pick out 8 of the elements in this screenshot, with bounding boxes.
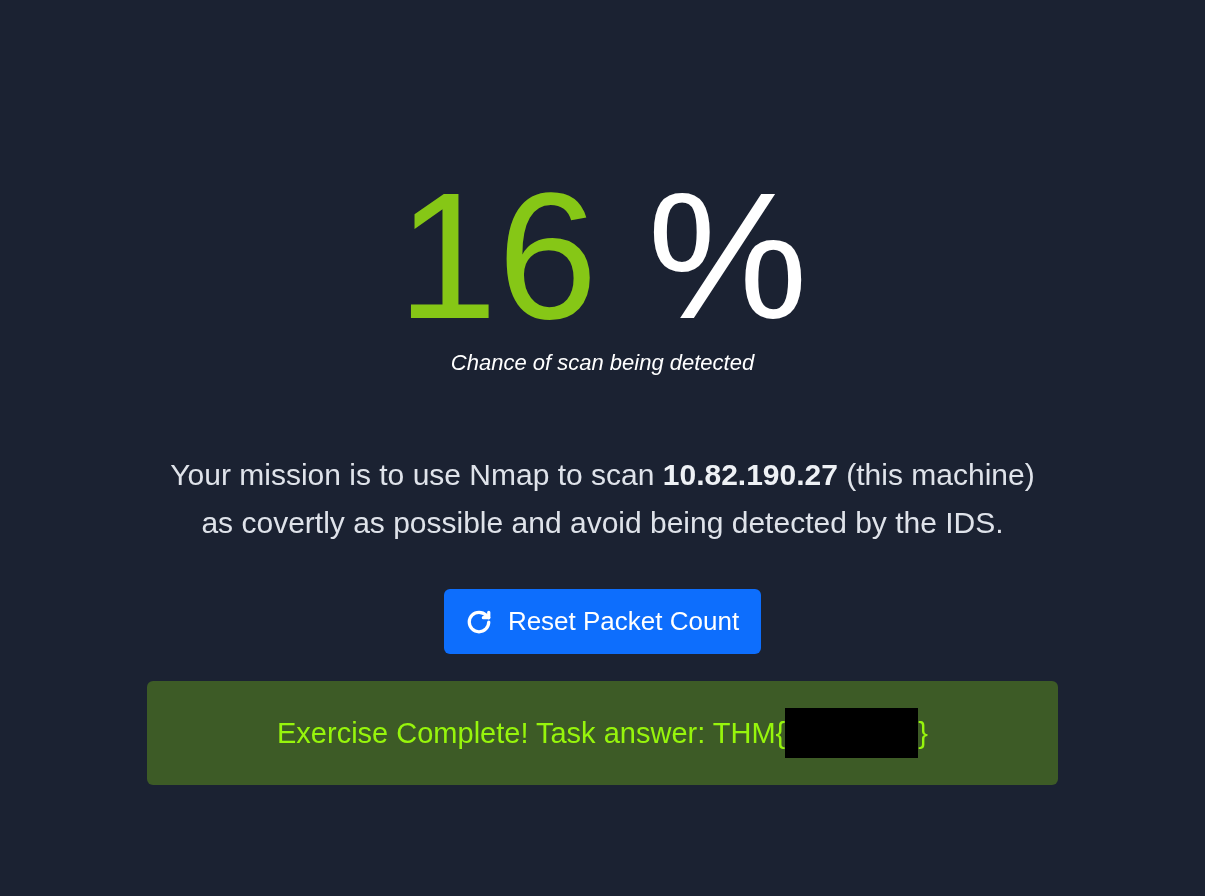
mission-text: Your mission is to use Nmap to scan 10.82.190.27 (this machine) as covertly as possible and avoid being detected by the IDS.	[169, 457, 1036, 541]
alert-message: Exercise Complete! Task answer: THM{	[277, 716, 786, 750]
alert-closing-brace: }	[918, 716, 928, 750]
percent-sign: %	[647, 166, 808, 346]
reset-packet-count-button[interactable]: Reset Packet Count	[443, 589, 762, 654]
refresh-icon	[465, 608, 492, 635]
detection-percentage: 16	[397, 166, 598, 346]
detection-caption: Chance of scan being detected	[450, 349, 755, 377]
